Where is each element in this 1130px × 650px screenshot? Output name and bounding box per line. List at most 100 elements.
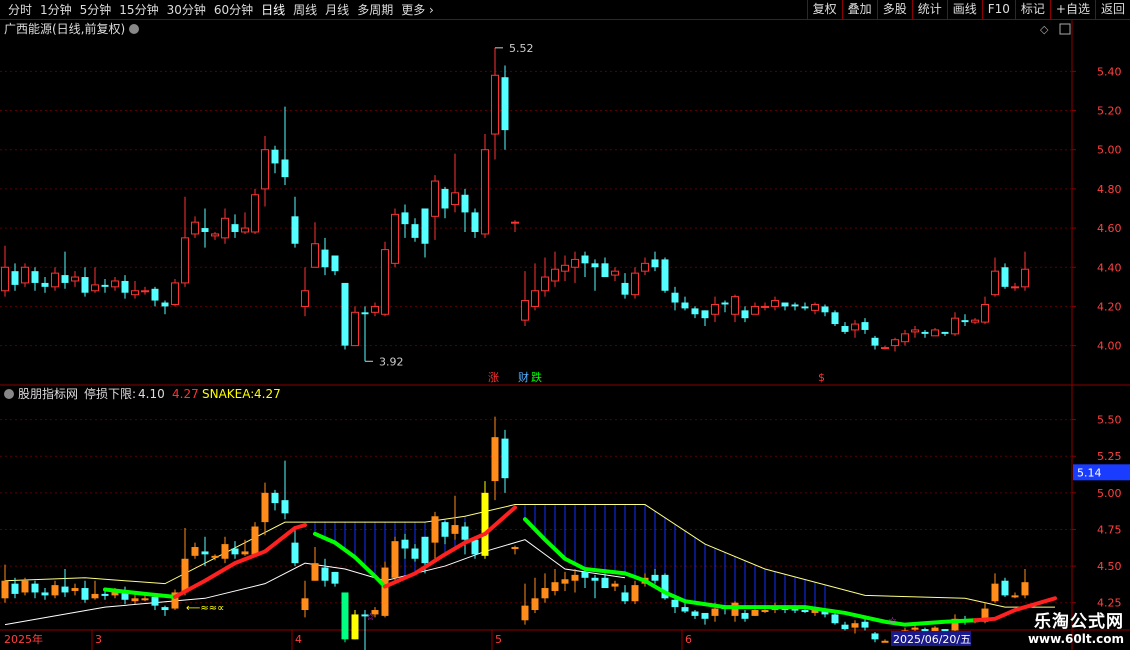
ind-candle-body — [801, 610, 809, 613]
main-candle-body — [501, 77, 509, 131]
ind-snake-label: SNAKEA: — [202, 387, 254, 401]
month-label: 4 — [295, 633, 302, 646]
ind-candle-body — [321, 567, 329, 581]
star-icon: ☆ — [366, 612, 375, 623]
period-tab-7[interactable]: 周线 — [289, 1, 321, 18]
main-tick-label: 4.80 — [1097, 183, 1122, 196]
ind-candle-body — [351, 614, 359, 640]
ind-candle-body — [921, 629, 929, 632]
main-candle-body — [301, 290, 309, 307]
ind-stop-label: 停损下限: — [84, 386, 136, 401]
main-candle-body — [21, 266, 29, 284]
main-candle-body — [901, 333, 909, 343]
period-tab-3[interactable]: 15分钟 — [115, 1, 162, 18]
period-tab-1[interactable]: 1分钟 — [36, 1, 76, 18]
main-candle-body — [401, 212, 409, 225]
ind-candle-body — [151, 596, 159, 606]
signal-text: ⟵≈≈∝ — [186, 603, 224, 614]
ind-candle-body — [911, 627, 919, 630]
period-tab-4[interactable]: 30分钟 — [163, 1, 210, 18]
main-candle-body — [261, 149, 269, 190]
main-candle-body — [891, 339, 899, 347]
toolbar-button-8[interactable]: 返回 — [1094, 0, 1130, 19]
main-tick-label: 5.20 — [1097, 105, 1122, 118]
main-candle-body — [211, 233, 219, 237]
period-tab-9[interactable]: 多周期 — [353, 1, 397, 18]
toolbar-button-4[interactable]: 画线 — [946, 0, 982, 19]
main-candle-body — [1, 266, 9, 292]
main-candle-body — [951, 317, 959, 335]
period-tab-2[interactable]: 5分钟 — [76, 1, 116, 18]
main-candle-body — [71, 276, 79, 282]
ind-candle-body — [571, 574, 579, 581]
toolbar-button-2[interactable]: 多股 — [876, 0, 912, 19]
main-yaxis: 4.00 4.20 4.40 4.60 4.80 5.00 5.20 5.40 — [0, 65, 1122, 353]
ind-candle-body — [551, 582, 559, 591]
toolbar-button-6[interactable]: 标记 — [1014, 0, 1050, 19]
main-candle-body — [41, 282, 49, 287]
main-candle-body — [661, 259, 669, 291]
period-tab-6[interactable]: 日线 — [257, 1, 289, 18]
toolbar-button-3[interactable]: 统计 — [911, 0, 947, 19]
main-candle-body — [271, 149, 279, 164]
period-tab-0[interactable]: 分时 — [4, 1, 36, 18]
cursor-date: 2025/06/20/五 — [893, 633, 971, 646]
toolbar-button-7[interactable]: +自选 — [1049, 0, 1095, 19]
toolbar-button-5[interactable]: F10 — [981, 0, 1015, 19]
period-tab-8[interactable]: 月线 — [321, 1, 353, 18]
main-candle-body — [521, 300, 529, 321]
period-tab-5[interactable]: 60分钟 — [210, 1, 257, 18]
main-candle-body — [121, 280, 129, 293]
main-candle-body — [391, 213, 399, 264]
ind-candle-body — [501, 438, 509, 479]
toolbar-button-1[interactable]: 叠加 — [841, 0, 877, 19]
main-candle-body — [911, 329, 919, 333]
ind-dropdown-icon — [4, 389, 14, 399]
ind-candle-body — [21, 580, 29, 593]
ind-candle-body — [471, 539, 479, 555]
ind-candle-body — [491, 437, 499, 482]
main-tick-label: 4.40 — [1097, 261, 1122, 274]
main-candle-body — [191, 221, 199, 235]
main-candle-body — [701, 310, 709, 319]
ind-candle-body — [101, 593, 109, 596]
main-candle-body — [511, 221, 519, 224]
ind-candle-body — [651, 574, 659, 581]
main-candle-body — [581, 255, 589, 264]
ind-candle-body — [991, 583, 999, 602]
ind-candle-body — [581, 571, 589, 578]
ind-candle-body — [261, 492, 269, 523]
month-label: 6 — [685, 633, 692, 646]
ind-candle-body — [671, 599, 679, 608]
ind-candle-body — [1021, 582, 1029, 596]
period-tabs: 分时 1分钟 5分钟 15分钟 30分钟 60分钟 日线 周线 月线 多周期 更多 › — [0, 1, 438, 18]
ind-candle-body — [141, 598, 149, 601]
main-candle-body — [831, 312, 839, 325]
main-tick-label: 4.00 — [1097, 340, 1122, 353]
stock-chart[interactable]: 4.004.204.404.604.805.005.205.40 4.254.50… — [0, 20, 1130, 650]
ind-candle-body — [191, 547, 199, 556]
main-candle-body — [801, 306, 809, 309]
ind-candle-body — [621, 592, 629, 602]
ind-candle-body — [311, 563, 319, 581]
ind-candle-body — [401, 539, 409, 549]
more-periods-button[interactable]: 更多 › — [397, 1, 438, 18]
ind-candle-body — [241, 551, 249, 555]
main-candle-body — [11, 271, 19, 285]
ind-candle-body — [521, 605, 529, 621]
main-candle-body — [251, 194, 259, 233]
main-candle-body — [241, 227, 249, 233]
ind-candle-body — [631, 585, 639, 602]
main-candles — [1, 47, 1029, 362]
ind-candle-body — [881, 640, 889, 643]
main-candle-body — [991, 270, 999, 296]
ind-candle-body — [451, 525, 459, 534]
main-candle-body — [601, 263, 609, 278]
ind-tick-label: 4.75 — [1097, 523, 1122, 536]
ind-yaxis: 4.254.504.755.005.255.50 — [0, 414, 1122, 610]
main-candle-body — [771, 300, 779, 307]
main-candle-body — [541, 276, 549, 292]
main-candle-body — [81, 277, 89, 293]
main-candle-body — [971, 319, 979, 323]
toolbar-button-0[interactable]: 复权 — [806, 0, 842, 19]
